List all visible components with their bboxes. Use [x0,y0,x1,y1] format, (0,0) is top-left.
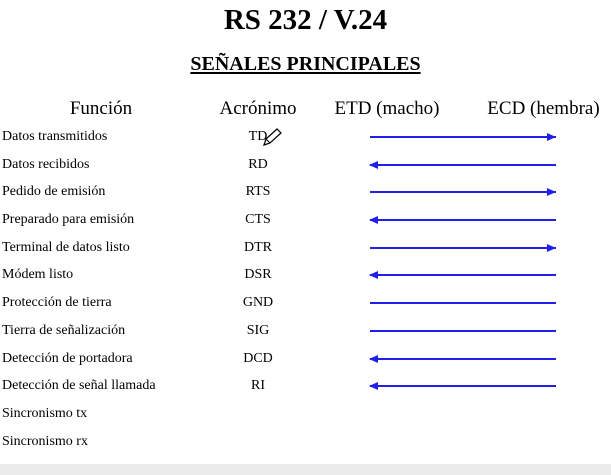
table-row: Sincronismo tx [0,402,611,430]
page-subtitle: SEÑALES PRINCIPALES [0,51,611,77]
signal-acronym: RI [251,378,265,394]
signal-acronym: DCD [243,350,273,366]
header-etd: ETD (macho) [334,98,440,119]
table-row: Protección de tierra GND [0,291,611,319]
subtitle-text: SEÑALES PRINCIPALES [190,53,421,75]
table-row: Preparado para emisión CTS [0,208,611,236]
signal-acronym: CTS [245,212,271,228]
signal-acronym: SIG [246,322,270,338]
signal-function: Datos recibidos [2,156,90,172]
pen-cursor-icon [261,127,283,147]
signal-function: Terminal de datos listo [2,239,130,255]
signal-acronym: RD [248,156,268,172]
table-row: Datos transmitidos TD [0,125,611,153]
table-row: Detección de portadora DCD [0,347,611,375]
signal-acronym: GND [242,295,274,311]
arrow-left-icon [368,352,558,366]
table-row: Terminal de datos listo DTR [0,236,611,264]
arrow-left-icon [368,379,558,393]
signal-function: Datos transmitidos [2,129,108,144]
table-row: Datos recibidos RD [0,153,611,181]
signal-function: Sincronismo tx [2,405,88,421]
arrow-right-icon [368,130,558,144]
header-ecd: ECD (hembra) [487,98,600,119]
header-funcion: Función [69,98,133,119]
signal-function: Sincronismo rx [2,433,88,449]
table-row: Detección de señal llamada RI [0,374,611,402]
signal-function: Módem listo [2,267,74,283]
signal-line [368,324,558,338]
table-row: Sincronismo rx [0,430,611,458]
signal-function: Detección de portadora [2,350,133,366]
signal-acronym: DTR [244,239,272,255]
signal-acronym: RTS [245,184,271,200]
signal-acronym: DSR [244,267,272,283]
table-row: Módem listo DSR [0,263,611,291]
signal-table: Datos transmitidos TD Datos recibidos RD Ped… [0,125,611,457]
slide: RS 232 / V.24 SEÑALES PRINCIPALES Funció… [0,0,611,464]
header-acronimo: Acrónimo [219,98,297,119]
signal-function: Pedido de emisión [2,184,106,200]
page-title: RS 232 / V.24 [223,4,388,36]
arrow-left-icon [368,158,558,172]
arrow-right-icon [368,185,558,199]
table-row: Pedido de emisión RTS [0,180,611,208]
arrow-right-icon [368,241,558,255]
arrow-left-icon [368,213,558,227]
signal-function: Detección de señal llamada [2,378,156,394]
signal-function: Tierra de señalización [2,322,126,338]
bottom-strip [0,464,611,475]
signal-function: Preparado para emisión [2,212,135,228]
signal-function: Protección de tierra [2,295,112,311]
signal-line [368,296,558,310]
arrow-left-icon [368,268,558,282]
table-row: Tierra de señalización SIG [0,319,611,347]
